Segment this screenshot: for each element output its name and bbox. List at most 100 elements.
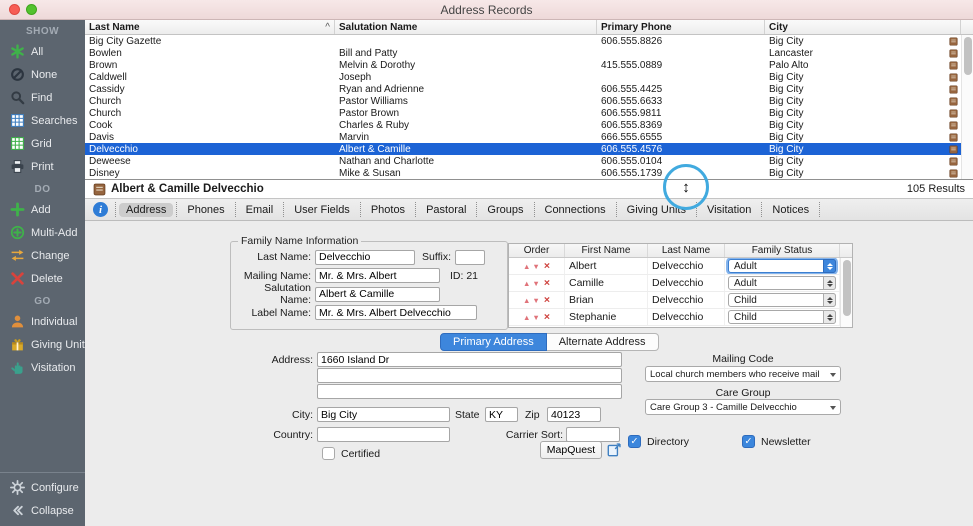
mapquest-button[interactable]: MapQuest bbox=[540, 441, 602, 459]
remove-member-icon[interactable]: × bbox=[544, 312, 550, 323]
last-name-input[interactable] bbox=[315, 250, 415, 265]
sidebar-item-collapse[interactable]: Collapse bbox=[0, 499, 85, 522]
move-down-icon[interactable]: ▼ bbox=[532, 296, 539, 305]
column-header-salutation-name[interactable]: Salutation Name bbox=[335, 20, 597, 34]
city-cell: Palo Alto bbox=[765, 60, 961, 71]
sidebar-item-change[interactable]: Change bbox=[0, 244, 85, 267]
sidebar-item-find[interactable]: Find bbox=[0, 86, 85, 109]
suffix-input[interactable] bbox=[455, 250, 485, 265]
family-status-select[interactable]: Adult bbox=[728, 259, 836, 273]
family-status-select[interactable]: Child bbox=[728, 293, 836, 307]
family-status-select[interactable]: Child bbox=[728, 310, 836, 324]
country-input[interactable] bbox=[317, 427, 450, 442]
record-row[interactable]: CassidyRyan and Adrienne606.555.4425Big … bbox=[85, 83, 973, 95]
column-header-primary-phone[interactable]: Primary Phone bbox=[597, 20, 765, 34]
zip-input[interactable] bbox=[547, 407, 601, 422]
carrier-sort-input[interactable] bbox=[566, 427, 620, 442]
tab-notices[interactable]: Notices bbox=[762, 202, 820, 217]
member-row[interactable]: ▲▼×StephanieDelvecchioChild bbox=[509, 309, 852, 326]
column-header-city[interactable]: City bbox=[765, 20, 961, 34]
mailing-name-input[interactable] bbox=[315, 268, 440, 283]
tab-address[interactable]: Address bbox=[115, 202, 177, 217]
move-down-icon[interactable]: ▼ bbox=[532, 279, 539, 288]
tab-visitation[interactable]: Visitation bbox=[697, 202, 762, 217]
tab-user-fields[interactable]: User Fields bbox=[284, 202, 361, 217]
zoom-button[interactable] bbox=[26, 4, 37, 15]
family-status-select[interactable]: Adult bbox=[728, 276, 836, 290]
remove-member-icon[interactable]: × bbox=[544, 278, 550, 289]
mapquest-icon[interactable] bbox=[606, 442, 622, 458]
move-up-icon[interactable]: ▲ bbox=[523, 279, 530, 288]
sidebar-item-grid[interactable]: Grid bbox=[0, 132, 85, 155]
column-header-last-name[interactable]: Last Name^ bbox=[85, 20, 335, 34]
sidebar-item-none[interactable]: None bbox=[0, 63, 85, 86]
salutation-name-input[interactable] bbox=[315, 287, 440, 302]
address-line2-input[interactable] bbox=[317, 368, 622, 383]
close-button[interactable] bbox=[9, 4, 20, 15]
sidebar-item-all[interactable]: All bbox=[0, 40, 85, 63]
care-group-dropdown[interactable]: Care Group 3 - Camille Delvecchio bbox=[645, 399, 841, 415]
sidebar-item-delete[interactable]: Delete bbox=[0, 267, 85, 290]
sidebar-item-print[interactable]: Print bbox=[0, 155, 85, 178]
sidebar-item-individual[interactable]: Individual bbox=[0, 310, 85, 333]
move-up-icon[interactable]: ▲ bbox=[523, 313, 530, 322]
record-row[interactable]: Big City Gazette606.555.8826Big City bbox=[85, 35, 973, 47]
newsletter-checkbox[interactable] bbox=[742, 435, 755, 448]
titlebar[interactable]: Address Records bbox=[0, 0, 973, 20]
sidebar-item-visitation[interactable]: Visitation bbox=[0, 356, 85, 379]
label-name-input[interactable] bbox=[315, 305, 477, 320]
address-line3-input[interactable] bbox=[317, 384, 622, 399]
records-scrollbar[interactable] bbox=[961, 35, 973, 179]
directory-checkbox[interactable] bbox=[628, 435, 641, 448]
member-row[interactable]: ▲▼×BrianDelvecchioChild bbox=[509, 292, 852, 309]
sort-ascending-indicator: ^ bbox=[325, 22, 330, 33]
info-icon[interactable]: i bbox=[93, 202, 108, 217]
record-row[interactable]: DisneyMike & Susan606.555.1739Big City bbox=[85, 167, 973, 179]
record-row[interactable]: BrownMelvin & Dorothy415.555.0889Palo Al… bbox=[85, 59, 973, 71]
city-input[interactable] bbox=[317, 407, 450, 422]
sidebar-item-add[interactable]: Add bbox=[0, 198, 85, 221]
record-row[interactable]: CookCharles & Ruby606.555.8369Big City bbox=[85, 119, 973, 131]
tab-groups[interactable]: Groups bbox=[477, 202, 534, 217]
salutation-cell: Marvin bbox=[335, 132, 597, 143]
tab-photos[interactable]: Photos bbox=[361, 202, 416, 217]
scrollbar-thumb[interactable] bbox=[843, 260, 851, 316]
tab-pastoral[interactable]: Pastoral bbox=[416, 202, 477, 217]
last_name-cell: Delvecchio bbox=[85, 144, 335, 155]
records-table: Last Name^Salutation NamePrimary PhoneCi… bbox=[85, 20, 973, 179]
address-line1-input[interactable] bbox=[317, 352, 622, 367]
sidebar-item-multi-add[interactable]: Multi-Add bbox=[0, 221, 85, 244]
certified-checkbox[interactable] bbox=[322, 447, 335, 460]
move-up-icon[interactable]: ▲ bbox=[523, 262, 530, 271]
members-scrollbar[interactable] bbox=[840, 258, 852, 327]
record-row[interactable]: DeweeseNathan and Charlotte606.555.0104B… bbox=[85, 155, 973, 167]
move-down-icon[interactable]: ▼ bbox=[532, 313, 539, 322]
results-count: 105 Results bbox=[907, 183, 965, 195]
member-row[interactable]: ▲▼×CamilleDelvecchioAdult bbox=[509, 275, 852, 292]
mailing-code-label: Mailing Code bbox=[645, 353, 841, 365]
tab-primary-address[interactable]: Primary Address bbox=[440, 333, 547, 351]
state-input[interactable] bbox=[485, 407, 518, 422]
member-row[interactable]: ▲▼×AlbertDelvecchioAdult bbox=[509, 258, 852, 275]
move-down-icon[interactable]: ▼ bbox=[532, 262, 539, 271]
sidebar-item-giving-unit[interactable]: Giving Unit bbox=[0, 333, 85, 356]
tab-email[interactable]: Email bbox=[236, 202, 285, 217]
scrollbar-thumb[interactable] bbox=[964, 37, 972, 75]
record-row[interactable]: ChurchPastor Williams606.555.6633Big Cit… bbox=[85, 95, 973, 107]
tab-phones[interactable]: Phones bbox=[177, 202, 235, 217]
record-row[interactable]: ChurchPastor Brown606.555.9811Big City bbox=[85, 107, 973, 119]
record-row[interactable]: DavisMarvin666.555.6555Big City bbox=[85, 131, 973, 143]
remove-member-icon[interactable]: × bbox=[544, 261, 550, 272]
salutation-cell: Bill and Patty bbox=[335, 48, 597, 59]
care-group-value: Care Group 3 - Camille Delvecchio bbox=[650, 402, 797, 413]
mailing-code-dropdown[interactable]: Local church members who receive mail bbox=[645, 366, 841, 382]
record-row[interactable]: BowlenBill and PattyLancaster bbox=[85, 47, 973, 59]
move-up-icon[interactable]: ▲ bbox=[523, 296, 530, 305]
record-row[interactable]: CaldwellJosephBig City bbox=[85, 71, 973, 83]
tab-connections[interactable]: Connections bbox=[535, 202, 617, 217]
remove-member-icon[interactable]: × bbox=[544, 295, 550, 306]
sidebar-item-searches[interactable]: Searches bbox=[0, 109, 85, 132]
tab-alternate-address[interactable]: Alternate Address bbox=[547, 333, 659, 351]
record-row[interactable]: DelvecchioAlbert & Camille606.555.4576Bi… bbox=[85, 143, 973, 155]
sidebar-item-configure[interactable]: Configure bbox=[0, 476, 85, 499]
